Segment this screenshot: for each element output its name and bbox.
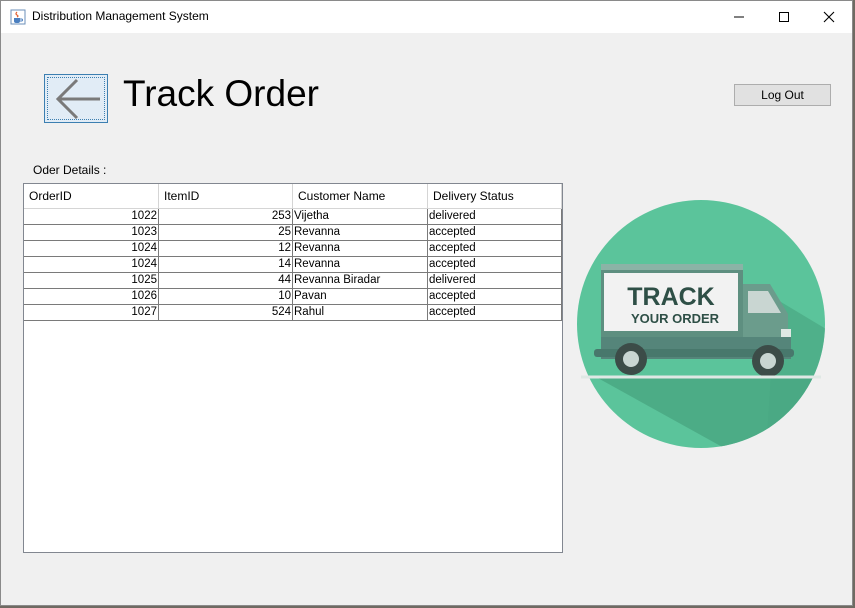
cell-delivery-status[interactable]: accepted bbox=[428, 241, 562, 257]
cell-order-id[interactable]: 1027 bbox=[24, 305, 159, 321]
cell-customer-name[interactable]: Revanna Biradar bbox=[293, 273, 428, 289]
cell-delivery-status[interactable]: delivered bbox=[428, 209, 562, 225]
cell-delivery-status[interactable]: accepted bbox=[428, 257, 562, 273]
cell-item-id[interactable]: 253 bbox=[159, 209, 293, 225]
column-header-orderid[interactable]: OrderID bbox=[24, 184, 159, 209]
table-row[interactable]: 1024 12 Revanna accepted bbox=[24, 241, 562, 257]
cell-delivery-status[interactable]: accepted bbox=[428, 225, 562, 241]
cell-item-id[interactable]: 524 bbox=[159, 305, 293, 321]
cell-item-id[interactable]: 10 bbox=[159, 289, 293, 305]
title-bar[interactable]: Distribution Management System bbox=[1, 1, 852, 33]
table-row[interactable]: 1025 44 Revanna Biradar delivered bbox=[24, 273, 562, 289]
page-title: Track Order bbox=[123, 73, 319, 114]
cell-order-id[interactable]: 1024 bbox=[24, 241, 159, 257]
arrow-left-icon bbox=[55, 78, 100, 120]
cell-customer-name[interactable]: Revanna bbox=[293, 257, 428, 273]
java-cup-icon bbox=[10, 9, 26, 25]
cell-customer-name[interactable]: Revanna bbox=[293, 225, 428, 241]
maximize-button[interactable] bbox=[761, 1, 807, 33]
close-icon bbox=[823, 11, 835, 23]
cell-delivery-status[interactable]: delivered bbox=[428, 273, 562, 289]
cell-order-id[interactable]: 1024 bbox=[24, 257, 159, 273]
back-button[interactable] bbox=[44, 74, 108, 123]
cell-item-id[interactable]: 25 bbox=[159, 225, 293, 241]
cell-order-id[interactable]: 1022 bbox=[24, 209, 159, 225]
order-details-label: Oder Details : bbox=[33, 163, 107, 177]
table-row[interactable]: 1027 524 Rahul accepted bbox=[24, 305, 562, 321]
cell-order-id[interactable]: 1025 bbox=[24, 273, 159, 289]
cell-delivery-status[interactable]: accepted bbox=[428, 289, 562, 305]
cell-order-id[interactable]: 1023 bbox=[24, 225, 159, 241]
column-header-customer-name[interactable]: Customer Name bbox=[293, 184, 428, 209]
orders-table[interactable]: OrderID ItemID Customer Name Delivery St… bbox=[23, 183, 563, 553]
close-button[interactable] bbox=[806, 1, 852, 33]
app-window: Distribution Management System Track Ord… bbox=[0, 0, 853, 606]
maximize-icon bbox=[779, 12, 789, 22]
minimize-button[interactable] bbox=[716, 1, 762, 33]
table-body: 1022 253 Vijetha delivered 1023 25 Revan… bbox=[24, 209, 562, 321]
window-title: Distribution Management System bbox=[32, 9, 209, 23]
cell-customer-name[interactable]: Vijetha bbox=[293, 209, 428, 225]
table-row[interactable]: 1022 253 Vijetha delivered bbox=[24, 209, 562, 225]
truck-panel-line2: YOUR ORDER bbox=[631, 311, 720, 326]
minimize-icon bbox=[734, 16, 744, 18]
cell-item-id[interactable]: 14 bbox=[159, 257, 293, 273]
cell-customer-name[interactable]: Revanna bbox=[293, 241, 428, 257]
cell-item-id[interactable]: 12 bbox=[159, 241, 293, 257]
cell-item-id[interactable]: 44 bbox=[159, 273, 293, 289]
track-order-truck-illustration: TRACK YOUR ORDER bbox=[577, 200, 825, 448]
logout-button[interactable]: Log Out bbox=[734, 84, 831, 106]
table-row[interactable]: 1026 10 Pavan accepted bbox=[24, 289, 562, 305]
table-row[interactable]: 1023 25 Revanna accepted bbox=[24, 225, 562, 241]
table-row[interactable]: 1024 14 Revanna accepted bbox=[24, 257, 562, 273]
cell-customer-name[interactable]: Rahul bbox=[293, 305, 428, 321]
truck-panel-line1: TRACK bbox=[627, 283, 715, 311]
table-header: OrderID ItemID Customer Name Delivery St… bbox=[24, 184, 562, 209]
column-header-itemid[interactable]: ItemID bbox=[159, 184, 293, 209]
cell-delivery-status[interactable]: accepted bbox=[428, 305, 562, 321]
column-header-delivery-status[interactable]: Delivery Status bbox=[428, 184, 562, 209]
cell-customer-name[interactable]: Pavan bbox=[293, 289, 428, 305]
cell-order-id[interactable]: 1026 bbox=[24, 289, 159, 305]
